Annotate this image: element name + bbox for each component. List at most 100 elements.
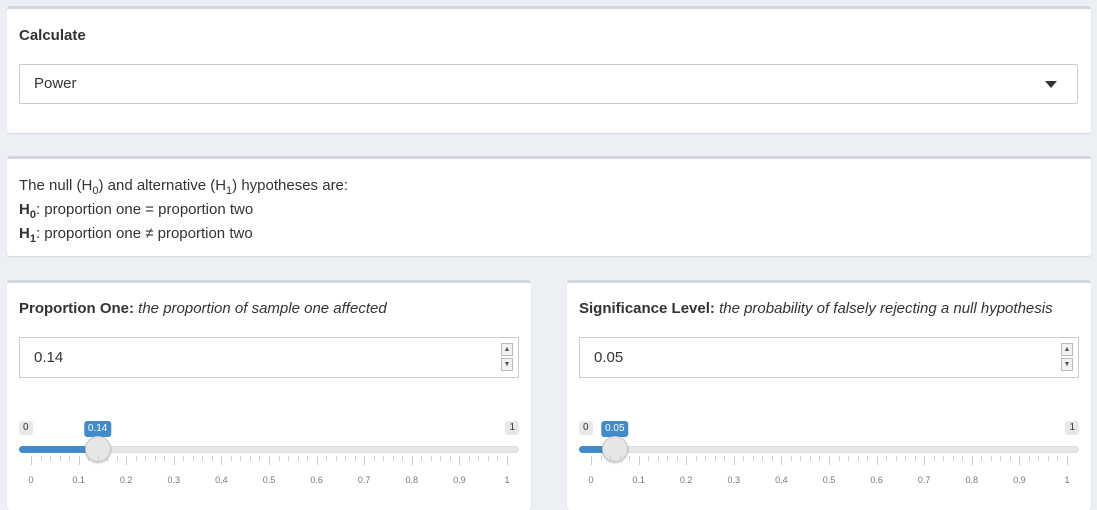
- slider-tick-label: 1: [1064, 475, 1070, 485]
- slider-tick: [183, 456, 185, 461]
- slider-tick-label: 0.2: [119, 475, 133, 485]
- proportion-one-input[interactable]: 0.14 ▲ ▼: [19, 337, 519, 378]
- slider-tick: [781, 456, 783, 465]
- slider-tick: [50, 456, 52, 461]
- slider-tick: [876, 456, 878, 465]
- slider-tick: [221, 456, 223, 465]
- slider-tick: [657, 456, 659, 461]
- spin-down-icon[interactable]: ▼: [1061, 358, 1073, 371]
- slider-tick: [1038, 456, 1040, 461]
- calculate-selected-value: Power: [34, 75, 77, 92]
- slider-tick: [990, 456, 992, 461]
- slider-tick: [59, 456, 61, 461]
- slider-tick-label: 0.3: [727, 475, 741, 485]
- slider-tick: [695, 456, 697, 461]
- slider-tick: [905, 456, 907, 461]
- proportion-one-spinner[interactable]: ▲ ▼: [501, 343, 513, 371]
- slider-tick: [107, 456, 109, 461]
- slider-tick: [952, 456, 954, 461]
- slider-tick-label: 0.6: [870, 475, 883, 485]
- slider-tick: [924, 456, 926, 465]
- spin-up-icon[interactable]: ▲: [1061, 343, 1073, 356]
- proportion-one-slider[interactable]: 0 1 0.14 0 0.1 0.2 0.3 0.4 0.5 0.6 0.7 0.8 0.9 1: [19, 413, 519, 486]
- slider-tick-label: 0.6: [310, 475, 323, 485]
- slider-tick: [449, 456, 451, 461]
- slider-tick: [981, 456, 983, 461]
- slider-tick: [762, 456, 764, 461]
- slider-tick: [686, 456, 688, 465]
- slider-tick-label: 0.9: [453, 475, 466, 485]
- slider-tick-label: 0.8: [405, 475, 419, 485]
- slider-tick: [610, 456, 612, 461]
- slider-tick: [421, 456, 423, 461]
- slider-tick: [790, 456, 792, 461]
- spin-up-icon[interactable]: ▲: [501, 343, 513, 356]
- h1-letter: H: [19, 225, 30, 242]
- slider-tick: [402, 456, 404, 461]
- slider-tick: [373, 456, 375, 461]
- proportion-one-box: Proportion One: the proportion of sample…: [7, 280, 531, 510]
- slider-tick: [943, 456, 945, 461]
- slider-tick: [459, 456, 461, 465]
- slider-tick: [78, 456, 80, 465]
- slider-tick: [752, 456, 754, 461]
- slider-tick: [724, 456, 726, 461]
- slider-tick: [97, 456, 99, 461]
- slider-value-label: 0.14: [83, 421, 112, 441]
- slider-tick-label: 0.5: [822, 475, 836, 485]
- hypotheses-intro: The null (H0) and alternative (H1) hypot…: [19, 177, 348, 197]
- slider-tick: [164, 456, 166, 461]
- slider-tick: [88, 456, 90, 461]
- h0-text: : proportion one = proportion two: [35, 201, 254, 218]
- slider-ticks: 0 0.1 0.2 0.3 0.4 0.5 0.6 0.7 0.8 0.9 1: [19, 456, 519, 486]
- slider-tick: [591, 456, 592, 465]
- calculate-select[interactable]: Power: [19, 64, 1078, 104]
- proportion-one-input-value: 0.14: [34, 349, 64, 366]
- slider-tick: [430, 456, 432, 461]
- slider-tick: [705, 456, 707, 461]
- slider-tick-label: 0.1: [72, 475, 85, 485]
- slider-track[interactable]: [579, 446, 1079, 453]
- slider-tick-label: 0.2: [679, 475, 693, 485]
- slider-tick-label: 0.4: [775, 475, 788, 485]
- intro-text-c: ) hypotheses are:: [232, 177, 349, 194]
- significance-input-value: 0.05: [594, 349, 624, 366]
- slider-tick: [714, 456, 716, 461]
- slider-tick-label: 0.8: [965, 475, 979, 485]
- calculate-label: Calculate: [19, 27, 86, 44]
- slider-tick: [345, 456, 347, 461]
- slider-tick-label: 0.7: [357, 475, 371, 485]
- slider-tick: [307, 456, 309, 461]
- significance-input[interactable]: 0.05 ▲ ▼: [579, 337, 1079, 378]
- slider-tick: [600, 456, 602, 461]
- spin-down-icon[interactable]: ▼: [501, 358, 513, 371]
- slider-tick: [278, 456, 280, 461]
- h0-letter: H: [19, 201, 30, 218]
- intro-text-a: The null (H: [19, 177, 93, 194]
- slider-tick: [857, 456, 859, 461]
- slider-tick: [743, 456, 745, 461]
- slider-tick: [1000, 456, 1002, 461]
- significance-slider[interactable]: 0 1 0.05 0 0.1 0.2 0.3 0.4 0.5 0.6 0.7 0.8 0.9 1: [579, 413, 1079, 486]
- slider-tick: [819, 456, 821, 461]
- slider-tick: [933, 456, 935, 461]
- slider-tick: [173, 456, 175, 465]
- slider-tick: [800, 456, 802, 461]
- slider-tick: [468, 456, 470, 461]
- slider-min-label: 0: [579, 421, 593, 435]
- slider-tick: [69, 456, 71, 461]
- slider-tick: [335, 456, 337, 461]
- slider-tick: [297, 456, 299, 461]
- slider-tick: [867, 456, 869, 461]
- slider-tick: [364, 456, 366, 465]
- significance-spinner[interactable]: ▲ ▼: [1061, 343, 1073, 371]
- slider-tick: [848, 456, 850, 461]
- slider-tick: [638, 456, 640, 465]
- slider-tick: [914, 456, 916, 461]
- intro-text-b: ) and alternative (H: [98, 177, 227, 194]
- proportion-one-label-bold: Proportion One:: [19, 300, 134, 317]
- slider-tick: [440, 456, 442, 461]
- slider-tick: [478, 456, 480, 461]
- slider-ticks: 0 0.1 0.2 0.3 0.4 0.5 0.6 0.7 0.8 0.9 1: [579, 456, 1079, 486]
- slider-tick: [971, 456, 973, 465]
